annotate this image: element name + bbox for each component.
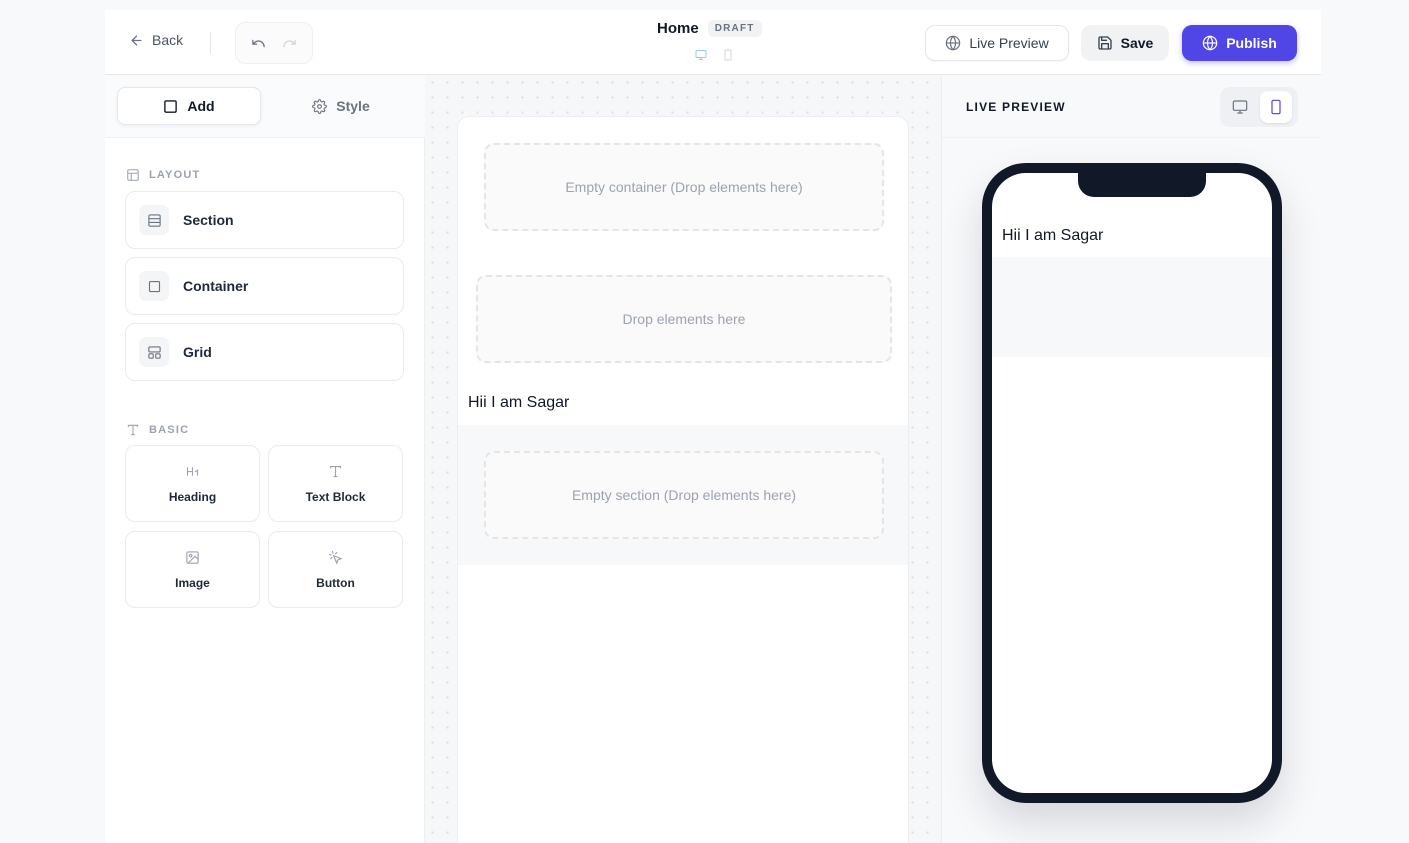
divider — [210, 32, 211, 54]
mobile-view-button[interactable] — [1260, 91, 1292, 123]
page-title-group: Home DRAFT — [657, 20, 762, 37]
basic-item-image[interactable]: Image — [125, 531, 260, 608]
redo-icon[interactable] — [282, 36, 297, 51]
basic-item-heading[interactable]: Heading — [125, 445, 260, 522]
editor-canvas: Empty container (Drop elements here) Dro… — [425, 75, 941, 843]
layout-item-container[interactable]: Container — [125, 257, 404, 315]
basic-item-label: Button — [316, 575, 355, 590]
back-label: Back — [152, 32, 184, 48]
page-frame[interactable]: Empty container (Drop elements here) Dro… — [457, 116, 909, 843]
viewport-indicator — [694, 49, 735, 61]
tab-add-label: Add — [187, 98, 215, 114]
layout-heading-label: LAYOUT — [149, 169, 201, 181]
desktop-icon[interactable] — [694, 49, 708, 61]
section-element[interactable]: Empty section (Drop elements here) — [458, 425, 908, 565]
layout-item-label: Section — [183, 212, 234, 228]
cursor-click-icon — [328, 550, 343, 565]
layout-item-grid[interactable]: Grid — [125, 323, 404, 381]
layout-item-label: Container — [183, 278, 249, 294]
publish-label: Publish — [1226, 35, 1277, 51]
text-block-element[interactable]: Hii I am Sagar — [468, 394, 569, 412]
desktop-view-button[interactable] — [1224, 91, 1256, 123]
square-icon — [163, 99, 178, 114]
globe-icon — [1202, 35, 1218, 51]
top-bar: Back Home DRAFT Live Preview Save Publis… — [105, 10, 1321, 75]
mobile-icon — [1268, 99, 1284, 115]
gear-icon — [312, 98, 328, 114]
basic-item-label: Image — [175, 575, 210, 590]
section-dropzone[interactable]: Empty section (Drop elements here) — [484, 451, 884, 539]
basic-item-label: Heading — [168, 489, 217, 504]
page-title: Home — [657, 20, 699, 37]
grid-dropzone[interactable]: Drop elements here — [476, 275, 892, 363]
layout-item-label: Grid — [183, 344, 212, 360]
mobile-icon[interactable] — [721, 49, 735, 61]
image-icon — [185, 550, 200, 565]
history-controls — [235, 22, 313, 64]
panel-tabs: Add Style — [105, 75, 425, 138]
live-preview-label: Live Preview — [969, 35, 1049, 51]
tab-style[interactable]: Style — [269, 87, 413, 125]
container-dropzone[interactable]: Empty container (Drop elements here) — [484, 143, 884, 231]
container-icon — [139, 271, 169, 301]
section-icon — [139, 205, 169, 235]
tab-add[interactable]: Add — [117, 87, 261, 125]
text-icon — [328, 464, 343, 479]
grid-icon — [139, 337, 169, 367]
save-button[interactable]: Save — [1081, 25, 1169, 61]
basic-heading: BASIC — [126, 423, 189, 437]
tab-style-label: Style — [336, 98, 370, 114]
preview-section — [992, 257, 1272, 357]
preview-header: LIVE PREVIEW — [942, 75, 1321, 138]
save-icon — [1097, 35, 1113, 51]
dropzone-label: Empty container (Drop elements here) — [565, 179, 803, 195]
layout-heading: LAYOUT — [126, 168, 200, 182]
basic-item-button[interactable]: Button — [268, 531, 403, 608]
live-preview-button[interactable]: Live Preview — [925, 25, 1069, 61]
preview-text-block: Hii I am Sagar — [1002, 227, 1104, 244]
back-button[interactable]: Back — [129, 32, 183, 48]
arrow-left-icon — [129, 33, 144, 48]
preview-title: LIVE PREVIEW — [966, 100, 1066, 114]
elements-panel: Add Style LAYOUT Section Container Grid … — [105, 75, 425, 843]
globe-icon — [945, 35, 961, 51]
heading-icon — [185, 464, 200, 479]
undo-icon[interactable] — [251, 36, 266, 51]
basic-item-text-block[interactable]: Text Block — [268, 445, 403, 522]
page-builder-app: Back Home DRAFT Live Preview Save Publis… — [105, 10, 1321, 843]
save-label: Save — [1120, 35, 1154, 51]
publish-button[interactable]: Publish — [1182, 25, 1297, 61]
phone-frame: Hii I am Sagar — [982, 163, 1282, 803]
layout-item-section[interactable]: Section — [125, 191, 404, 249]
dropzone-label: Empty section (Drop elements here) — [571, 487, 797, 503]
type-icon — [126, 423, 140, 437]
live-preview-panel: LIVE PREVIEW Hii I am Sagar — [941, 75, 1321, 843]
phone-notch — [1078, 173, 1206, 197]
basic-heading-label: BASIC — [149, 424, 190, 436]
dropzone-label: Drop elements here — [622, 311, 746, 327]
desktop-icon — [1232, 99, 1248, 115]
layout-icon — [126, 168, 140, 182]
phone-screen: Hii I am Sagar — [992, 173, 1272, 793]
basic-item-label: Text Block — [305, 489, 366, 504]
device-toggle — [1220, 87, 1298, 127]
status-badge: DRAFT — [707, 20, 762, 37]
